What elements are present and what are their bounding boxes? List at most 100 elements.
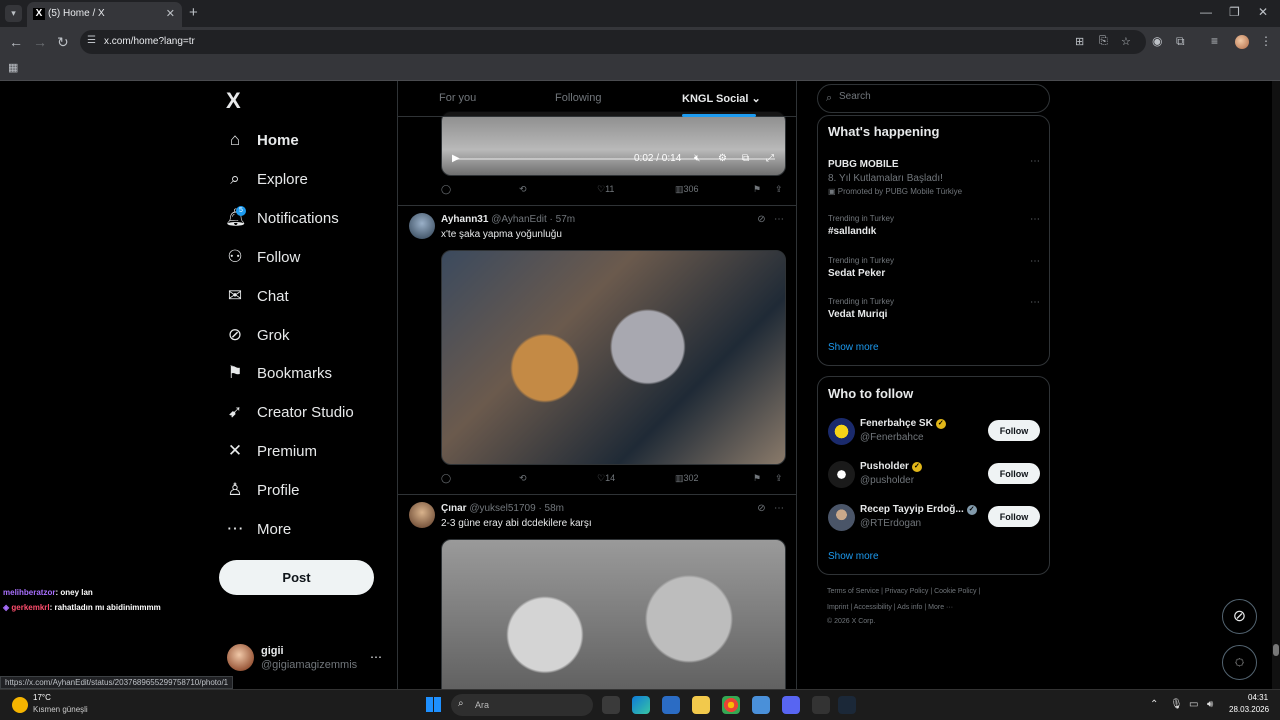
search-box[interactable]: ⌕ xyxy=(817,84,1050,113)
install-app-icon[interactable]: ⎘ xyxy=(1099,35,1108,48)
tweet-avatar[interactable] xyxy=(409,502,435,528)
settings-gear-icon[interactable]: ⚙ xyxy=(718,153,727,164)
tweet-author-name[interactable]: Çınar xyxy=(441,503,467,514)
file-explorer-icon[interactable] xyxy=(692,696,710,714)
views-icon[interactable]: ▥ 306 xyxy=(675,184,699,195)
scrollbar-thumb[interactable] xyxy=(1273,644,1279,656)
store-icon[interactable] xyxy=(662,696,680,714)
maximize-button[interactable]: ❐ xyxy=(1229,5,1240,19)
minimize-button[interactable]: — xyxy=(1200,5,1212,19)
follow-suggestion[interactable]: Recep Tayyip Erdoğ... ✓ @RTErdogan Follow xyxy=(828,503,1040,533)
tray-overflow-icon[interactable]: ⌃ xyxy=(1150,699,1158,710)
suggestion-name[interactable]: Recep Tayyip Erdoğ... xyxy=(860,504,964,515)
search-input[interactable] xyxy=(839,91,1039,102)
bookmark-icon[interactable]: ⚑ xyxy=(753,473,761,484)
reply-icon[interactable]: ◯ xyxy=(441,473,451,484)
edge-icon[interactable] xyxy=(632,696,650,714)
microphone-icon[interactable]: 🎙︎ xyxy=(1170,699,1183,710)
footer-links-row[interactable]: Terms of Service | Privacy Policy | Cook… xyxy=(827,588,980,595)
browser-menu-icon[interactable]: ⋮ xyxy=(1260,34,1272,48)
suggestion-avatar[interactable] xyxy=(828,461,855,488)
tweet-photo[interactable] xyxy=(441,250,786,465)
nav-item-chat[interactable]: ✉ Chat xyxy=(225,281,289,311)
tweet-video[interactable]: ▶ 0:02 / 0:14 🔇︎ ⚙ ⧉ ⤢ xyxy=(441,111,786,176)
mute-icon[interactable]: 🔇︎ xyxy=(694,153,700,164)
forward-button[interactable]: → xyxy=(33,34,47,50)
trends-show-more-link[interactable]: Show more xyxy=(828,342,879,353)
trend-more-icon[interactable]: ⋯ xyxy=(1030,214,1040,225)
follow-button[interactable]: Follow xyxy=(988,463,1040,484)
trend-item[interactable]: PUBG MOBILE 8. Yıl Kutlamaları Başladı! … xyxy=(828,156,1040,196)
media-control-icon[interactable]: ≡ xyxy=(1211,34,1218,48)
weather-description[interactable]: Kısmen güneşli xyxy=(33,705,88,714)
nav-item-grok[interactable]: ⊘ Grok xyxy=(225,320,290,350)
pip-icon[interactable]: ⧉ xyxy=(742,153,749,164)
footer-links-row[interactable]: Imprint | Accessibility | Ads info | Mor… xyxy=(827,604,953,611)
close-window-button[interactable]: ✕ xyxy=(1258,5,1268,19)
reply-icon[interactable]: ◯ xyxy=(441,184,451,195)
play-icon[interactable]: ▶ xyxy=(452,153,460,164)
tweet-author-handle[interactable]: @AyhanEdit xyxy=(491,214,547,225)
x-logo[interactable]: X xyxy=(226,88,241,114)
grok-float-button[interactable]: ⊘ xyxy=(1222,599,1257,634)
tab-kngl-social[interactable]: KNGL Social ⌄ xyxy=(682,92,761,105)
translate-icon[interactable]: ⊞ xyxy=(1075,35,1084,48)
account-more-icon[interactable]: ⋯ xyxy=(370,650,382,664)
nav-item-bookmarks[interactable]: ⚑ Bookmarks xyxy=(225,358,332,388)
taskbar-search[interactable]: ⌕ Ara xyxy=(451,694,593,716)
tweet-avatar[interactable] xyxy=(409,213,435,239)
settings-app-icon[interactable] xyxy=(752,696,770,714)
grok-icon[interactable]: ⊘ xyxy=(757,214,765,225)
nav-item-premium[interactable]: ✕ Premium xyxy=(225,436,317,466)
tweet-author-handle[interactable]: @yuksel51709 xyxy=(469,503,535,514)
follow-button[interactable]: Follow xyxy=(988,420,1040,441)
network-icon[interactable]: ▭ xyxy=(1189,699,1198,710)
retweet-icon[interactable]: ⟲ xyxy=(519,473,527,484)
suggestion-avatar[interactable] xyxy=(828,504,855,531)
tweet-time[interactable]: · 58m xyxy=(538,503,564,514)
trend-more-icon[interactable]: ⋯ xyxy=(1030,256,1040,267)
address-bar[interactable]: ☰ x.com/home?lang=tr ⊞ ⎘ ☆ xyxy=(80,30,1146,54)
suggestion-name[interactable]: Fenerbahçe SK xyxy=(860,418,933,429)
nav-item-creator-studio[interactable]: ➹ Creator Studio xyxy=(225,397,354,427)
views-icon[interactable]: ▥ 302 xyxy=(675,473,699,484)
fullscreen-icon[interactable]: ⤢ xyxy=(766,153,774,164)
weather-sun-icon[interactable] xyxy=(12,697,28,713)
chat-float-button[interactable]: ◌ xyxy=(1222,645,1257,680)
trend-more-icon[interactable]: ⋯ xyxy=(1030,156,1040,167)
like-icon[interactable]: ♡ 14 xyxy=(597,473,615,484)
browser-profile-avatar[interactable] xyxy=(1235,35,1249,49)
tab-following[interactable]: Following xyxy=(555,92,601,104)
account-avatar[interactable] xyxy=(227,644,254,671)
trend-item[interactable]: Trending in Turkey #sallandık ⋯ xyxy=(828,214,1040,237)
like-icon[interactable]: ♡ 11 xyxy=(597,184,614,195)
trend-item[interactable]: Trending in Turkey Vedat Muriqi ⋯ xyxy=(828,297,1040,320)
extension-icon[interactable]: ◉ xyxy=(1152,34,1162,48)
bookmark-icon[interactable]: ⚑ xyxy=(753,184,761,195)
tab-close-icon[interactable]: ✕ xyxy=(166,7,175,20)
new-tab-button[interactable]: + xyxy=(189,4,198,21)
windows-start-icon[interactable] xyxy=(426,697,441,712)
tweet-author[interactable]: Çınar @yuksel51709 · 58m xyxy=(441,503,564,514)
apps-grid-icon[interactable]: ▦ xyxy=(8,61,18,74)
tweet-time[interactable]: · 57m xyxy=(550,214,576,225)
account-name[interactable]: gigii xyxy=(261,645,284,657)
tweet-more-icon[interactable]: ⋯ xyxy=(774,214,784,225)
nav-item-profile[interactable]: ♙ Profile xyxy=(225,475,299,505)
trend-more-icon[interactable]: ⋯ xyxy=(1030,297,1040,308)
task-view-icon[interactable] xyxy=(602,696,620,714)
follow-suggestion[interactable]: Pusholder ✓ @pusholder Follow xyxy=(828,460,1040,490)
follow-suggestion[interactable]: Fenerbahçe SK ✓ @Fenerbahce Follow xyxy=(828,417,1040,447)
page-scrollbar[interactable] xyxy=(1272,81,1280,689)
share-icon[interactable]: ⇪ xyxy=(775,473,783,484)
site-info-icon[interactable]: ☰ xyxy=(87,35,96,46)
nav-item-home[interactable]: ⌂ Home xyxy=(225,125,299,155)
volume-icon[interactable]: 🔊︎ xyxy=(1207,699,1213,710)
follow-button[interactable]: Follow xyxy=(988,506,1040,527)
steam-icon[interactable] xyxy=(838,696,856,714)
taskbar-clock-time[interactable]: 04:31 xyxy=(1248,693,1268,702)
tweet-author[interactable]: Ayhann31 @AyhanEdit · 57m xyxy=(441,214,575,225)
chrome-icon[interactable] xyxy=(722,696,740,714)
tab-search-button[interactable]: ▾ xyxy=(5,5,22,22)
nav-item-follow[interactable]: ⚇ Follow xyxy=(225,242,300,272)
